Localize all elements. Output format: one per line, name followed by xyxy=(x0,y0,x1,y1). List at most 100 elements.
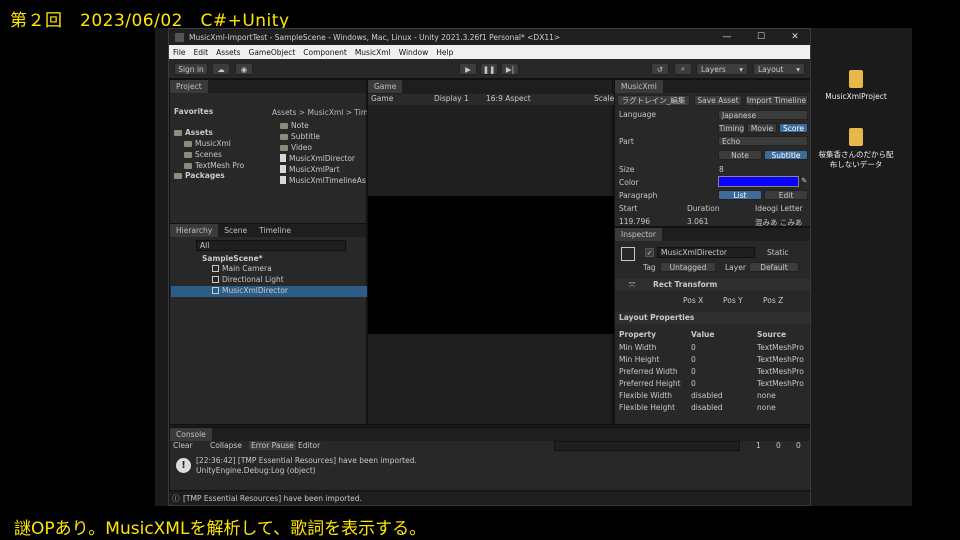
col-duration: Duration xyxy=(687,204,720,213)
folder-icon xyxy=(280,134,288,140)
breadcrumb-musicxml[interactable]: MusicXml xyxy=(307,108,343,117)
paragraph-label: Paragraph xyxy=(619,191,658,200)
tab-musicxml[interactable]: MusicXml xyxy=(615,80,663,93)
hierarchy-search[interactable]: All xyxy=(196,240,346,251)
mode-movie-button[interactable]: Movie xyxy=(747,123,777,133)
menu-window[interactable]: Window xyxy=(399,48,429,57)
packages-header[interactable]: Packages xyxy=(174,171,225,182)
hierarchy-item-directional-light[interactable]: Directional Light xyxy=(212,275,284,286)
part-dropdown[interactable]: Echo xyxy=(718,136,808,146)
console-toolbar: Clear Collapse Error Pause Editor 1 0 0 xyxy=(170,441,810,452)
editor-dropdown[interactable]: Editor xyxy=(298,441,320,450)
menu-bar: File Edit Assets GameObject Component Mu… xyxy=(169,45,810,59)
static-toggle[interactable]: Static xyxy=(767,248,788,257)
tab-console[interactable]: Console xyxy=(170,428,212,441)
file-musicxmldirector[interactable]: MusicXmlDirector xyxy=(280,154,355,165)
view-note-button[interactable]: Note xyxy=(718,150,762,160)
hierarchy-item-musicxmldirector[interactable]: MusicXmlDirector xyxy=(171,286,367,297)
menu-assets[interactable]: Assets xyxy=(216,48,240,57)
tab-game[interactable]: Game xyxy=(368,80,403,93)
maximize-button[interactable]: ☐ xyxy=(744,29,778,45)
game-mode-dropdown[interactable]: Game xyxy=(371,94,393,103)
file-subtitle[interactable]: Subtitle xyxy=(280,132,320,143)
header-value: Value xyxy=(691,330,715,339)
desktop-icon-data[interactable]: 桜集香さんのだから配布しないデータ xyxy=(818,128,894,170)
mode-timing-button[interactable]: Timing xyxy=(718,123,745,133)
mode-score-button[interactable]: Score xyxy=(779,123,808,133)
tree-item-musicxml[interactable]: MusicXml xyxy=(184,139,231,150)
file-video[interactable]: Video xyxy=(280,143,312,154)
close-button[interactable]: ✕ xyxy=(778,29,810,45)
favorites-header[interactable]: Favorites xyxy=(174,107,213,118)
collab-icon[interactable]: ◉ xyxy=(235,63,253,75)
chevron-down-icon: ▾ xyxy=(796,64,800,74)
breadcrumb-assets[interactable]: Assets xyxy=(272,108,296,117)
paragraph-edit-button[interactable]: Edit xyxy=(764,190,808,200)
view-subtitle-button[interactable]: Subtitle xyxy=(764,150,808,160)
display-dropdown[interactable]: Display 1 xyxy=(434,94,469,103)
info-count[interactable]: 1 xyxy=(756,441,761,450)
tab-hierarchy[interactable]: Hierarchy xyxy=(170,224,219,237)
layer-dropdown[interactable]: Default xyxy=(749,262,799,272)
play-button[interactable]: ▶ xyxy=(459,63,477,75)
menu-musicxml[interactable]: MusicXml xyxy=(355,48,391,57)
tab-timeline[interactable]: Timeline xyxy=(253,224,297,237)
language-dropdown[interactable]: Japanese xyxy=(718,110,808,120)
tree-item-textmeshpro[interactable]: TextMesh Pro xyxy=(184,161,244,172)
scale-slider[interactable]: Scale xyxy=(594,94,614,103)
rect-transform-header[interactable]: ⤧ Rect Transform xyxy=(615,279,810,291)
menu-component[interactable]: Component xyxy=(303,48,347,57)
size-field[interactable]: 8 xyxy=(719,165,724,174)
step-button[interactable]: ▶| xyxy=(501,63,519,75)
clear-button[interactable]: Clear xyxy=(173,441,193,450)
pause-button[interactable]: ❚❚ xyxy=(480,63,498,75)
active-checkbox[interactable]: ✓ xyxy=(645,248,654,257)
signin-button[interactable]: Sign in xyxy=(174,63,208,75)
file-note[interactable]: Note xyxy=(280,121,309,132)
assets-header[interactable]: Assets xyxy=(174,128,213,139)
error-pause-button[interactable]: Error Pause xyxy=(249,441,296,450)
menu-help[interactable]: Help xyxy=(436,48,453,57)
eyedropper-icon[interactable]: ✎ xyxy=(801,176,807,185)
menu-gameobject[interactable]: GameObject xyxy=(249,48,296,57)
warning-count[interactable]: 0 xyxy=(776,441,781,450)
console-search[interactable] xyxy=(554,441,740,451)
desktop-icon-musicxmlproject[interactable]: MusicXmlProject xyxy=(818,70,894,102)
layout-dropdown[interactable]: Layout ▾ xyxy=(753,63,805,75)
search-icon[interactable]: ⌕ xyxy=(674,63,692,75)
aspect-dropdown[interactable]: 16:9 Aspect xyxy=(486,94,531,103)
scene-root[interactable]: SampleScene* xyxy=(202,254,263,265)
cell-duration: 3.061 xyxy=(687,217,709,226)
tree-item-scenes[interactable]: Scenes xyxy=(184,150,222,161)
menu-file[interactable]: File xyxy=(173,48,186,57)
file-musicxmltimeline[interactable]: MusicXmlTimelineAs xyxy=(280,176,366,187)
game-viewport[interactable] xyxy=(368,196,614,334)
folder-icon xyxy=(184,163,192,169)
paragraph-list-button[interactable]: List xyxy=(718,190,762,200)
history-icon[interactable]: ↺ xyxy=(651,63,669,75)
tab-scene[interactable]: Scene xyxy=(218,224,253,237)
layout-properties-header[interactable]: Layout Properties xyxy=(615,312,810,324)
col-start: Start xyxy=(619,204,638,213)
save-asset-button[interactable]: Save Asset xyxy=(694,95,742,106)
console-message[interactable]: [22:36:42] [TMP Essential Resources] hav… xyxy=(196,456,417,465)
hierarchy-item-main-camera[interactable]: Main Camera xyxy=(212,264,272,275)
tab-project[interactable]: Project xyxy=(170,80,208,93)
import-timeline-button[interactable]: Import Timeline xyxy=(745,95,808,106)
file-musicxmlpart[interactable]: MusicXmlPart xyxy=(280,165,340,176)
score-dropdown[interactable]: ラグトレイン_編集 xyxy=(617,95,690,106)
tag-dropdown[interactable]: Untagged xyxy=(660,262,716,272)
status-bar: ⓘ [TMP Essential Resources] have been im… xyxy=(169,492,810,505)
table-row: Min Height 0 TextMeshPro xyxy=(619,355,804,364)
tab-inspector[interactable]: Inspector xyxy=(615,228,662,241)
error-count[interactable]: 0 xyxy=(796,441,801,450)
collapse-button[interactable]: Collapse xyxy=(210,441,242,450)
object-name-field[interactable]: MusicXmlDirector xyxy=(657,247,755,258)
folder-icon xyxy=(280,145,288,151)
minimize-button[interactable]: — xyxy=(710,29,744,45)
layers-dropdown[interactable]: Layers ▾ xyxy=(696,63,748,75)
cloud-icon[interactable]: ☁ xyxy=(212,63,230,75)
menu-edit[interactable]: Edit xyxy=(194,48,209,57)
gameobject-icon xyxy=(212,276,219,283)
color-swatch[interactable] xyxy=(718,176,799,187)
